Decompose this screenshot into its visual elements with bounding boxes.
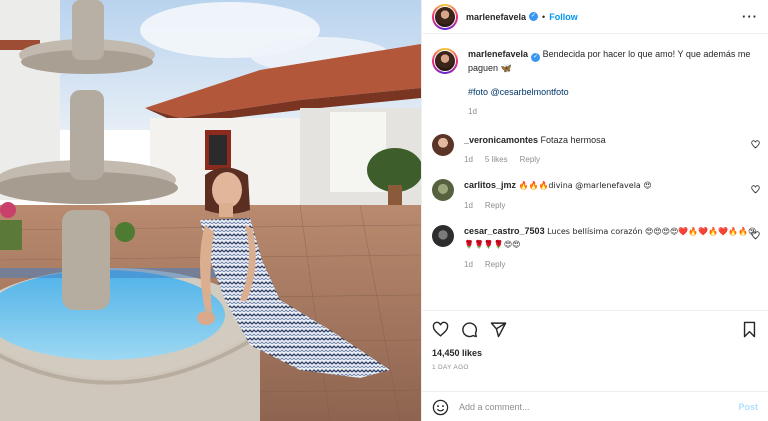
author-avatar[interactable] [432,3,458,30]
caption-username[interactable]: marlenefavela [468,49,528,59]
post-modal: marlenefavela ✓ • Follow ··· marlenefave… [0,0,768,421]
comment-time: 1d [464,260,473,269]
post-actions-section: 14,450 likes 1 DAY AGO Post [422,310,768,415]
more-options-icon[interactable]: ··· [742,9,758,24]
posted-time[interactable]: 1 DAY AGO [422,358,768,371]
comment-username[interactable]: cesar_castro_7503 [464,226,545,236]
comment-body: _veronicamontes Fotaza hermosa 1d 5 like… [464,134,758,166]
comment-like-heart-icon[interactable] [751,231,760,240]
comment-body: carlitos_jmz 🔥🔥🔥divina @marlenefavela 😍 … [464,179,758,212]
emoji-icon[interactable] [432,399,449,416]
post-comment-button[interactable]: Post [738,402,758,412]
caption-body: marlenefavela ✓ Bendecida por hacer lo qu… [468,48,758,118]
add-comment-bar: Post [422,391,768,421]
comment-body: cesar_castro_7503 Luces bellísima corazó… [464,225,758,271]
reply-button[interactable]: Reply [485,259,505,271]
caption: marlenefavela ✓ Bendecida por hacer lo qu… [422,34,768,118]
caption-time: 1d [468,107,477,116]
action-bar [422,311,768,338]
comment-username[interactable]: carlitos_jmz [464,180,516,190]
verified-badge-icon: ✓ [529,12,539,21]
follow-button[interactable]: Follow [549,12,578,22]
comment-username[interactable]: _veronicamontes [464,135,538,145]
comment-text: Fotaza hermosa [540,135,606,145]
separator-dot: • [542,11,546,22]
comment-icon[interactable] [461,321,478,338]
comment-like-heart-icon[interactable] [751,140,760,149]
caption-avatar[interactable] [432,48,458,74]
comment-time: 1d [464,155,473,164]
author-username[interactable]: marlenefavela [466,12,526,22]
comments-scroll-area[interactable]: marlenefavela ✓ Bendecida por hacer lo qu… [422,34,768,310]
comment-item: cesar_castro_7503 Luces bellísima corazó… [422,225,768,271]
likes-count[interactable]: 14,450 likes [422,338,768,358]
comment-like-heart-icon[interactable] [751,185,760,194]
post-photo[interactable] [0,0,421,421]
verified-badge-icon: ✓ [531,53,541,62]
comment-item: carlitos_jmz 🔥🔥🔥divina @marlenefavela 😍 … [422,179,768,212]
post-side-panel: marlenefavela ✓ • Follow ··· marlenefave… [421,0,768,421]
caption-meta: 1d [468,106,758,118]
commenter-avatar[interactable] [432,134,454,156]
comment-meta: 1d Reply [464,259,758,271]
caption-hashtags[interactable]: #foto @cesarbelmontfoto [468,86,758,98]
commenter-avatar[interactable] [432,225,454,247]
photo-illustration [0,0,421,421]
post-header: marlenefavela ✓ • Follow ··· [422,0,768,34]
reply-button[interactable]: Reply [520,154,540,166]
comment-item: _veronicamontes Fotaza hermosa 1d 5 like… [422,134,768,166]
share-icon[interactable] [490,321,507,338]
heart-icon[interactable] [432,321,449,338]
bookmark-icon[interactable] [741,321,758,338]
comment-input[interactable] [459,402,739,412]
comment-time: 1d [464,201,473,210]
reply-button[interactable]: Reply [485,200,505,212]
commenter-avatar[interactable] [432,179,454,201]
comment-meta: 1d 5 likes Reply [464,154,758,166]
comment-text: 🔥🔥🔥divina @marlenefavela 😍 [518,181,652,190]
comment-likes-count[interactable]: 5 likes [485,154,508,166]
comment-meta: 1d Reply [464,200,758,212]
